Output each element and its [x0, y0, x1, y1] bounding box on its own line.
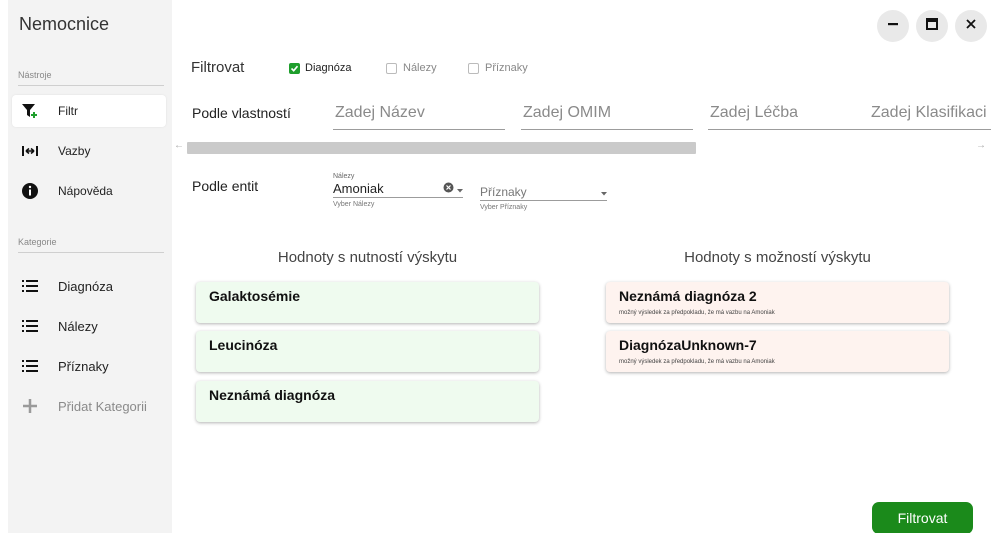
- add-category-label: Přidat Kategorii: [58, 398, 147, 414]
- checkbox-checked-icon: [289, 62, 300, 74]
- close-icon: [965, 17, 977, 35]
- sidebar-item-filtr[interactable]: Filtr: [12, 95, 166, 127]
- list-icon: [18, 274, 42, 298]
- possible-result-card[interactable]: Neznámá diagnóza 2 možný výsledek za pře…: [606, 282, 949, 323]
- possible-result-card[interactable]: DiagnózaUnknown-7 možný výsledek za před…: [606, 331, 949, 372]
- symptoms-helper-text: Vyber Příznaky: [480, 204, 528, 211]
- card-title: DiagnózaUnknown-7: [619, 337, 757, 353]
- required-result-card[interactable]: Neznámá diagnóza: [196, 381, 539, 422]
- tools-section-label: Nástroje: [18, 70, 52, 80]
- minimize-icon: [887, 17, 899, 35]
- sidebar-item-vazby[interactable]: Vazby: [12, 135, 166, 167]
- maximize-icon: [926, 17, 938, 35]
- sidebar-item-priznaky[interactable]: Příznaky: [12, 350, 166, 382]
- chevron-down-icon: [601, 183, 607, 201]
- filter-button[interactable]: Filtrovat: [872, 502, 973, 533]
- sidebar-item-label: Příznaky: [58, 358, 109, 374]
- checkbox-label: Příznaky: [485, 62, 528, 74]
- required-result-card[interactable]: Galaktosémie: [196, 282, 539, 323]
- checkbox-label: Diagnóza: [305, 62, 352, 74]
- sidebar-item-napoveda[interactable]: Nápověda: [12, 175, 166, 207]
- checkbox-priznaky[interactable]: Příznaky: [468, 62, 528, 74]
- tools-divider: [18, 85, 164, 86]
- sidebar-item-label: Nápověda: [58, 184, 113, 198]
- checkbox-unchecked-icon: [386, 62, 397, 74]
- add-category-button[interactable]: Přidat Kategorii: [12, 390, 166, 422]
- card-title: Galaktosémie: [209, 288, 301, 304]
- maximize-button[interactable]: [916, 10, 948, 42]
- sidebar: Nemocnice Nástroje Filtr Vazby Nápověda …: [8, 0, 172, 533]
- horizontal-scrollbar[interactable]: [187, 142, 696, 154]
- checkbox-label: Nálezy: [403, 62, 437, 74]
- link-arrows-icon: [18, 139, 42, 163]
- required-result-card[interactable]: Leucinóza: [196, 331, 539, 372]
- sidebar-item-label: Filtr: [58, 104, 78, 118]
- card-title: Neznámá diagnóza 2: [619, 288, 757, 304]
- card-title: Neznámá diagnóza: [209, 387, 336, 403]
- sidebar-item-diagnoza[interactable]: Diagnóza: [12, 270, 166, 302]
- list-icon: [18, 314, 42, 338]
- card-subtitle: možný výsledek za předpokladu, že má vaz…: [619, 310, 775, 316]
- sidebar-item-label: Nálezy: [58, 318, 98, 334]
- info-icon: [18, 179, 42, 203]
- clear-icon[interactable]: [443, 180, 454, 198]
- properties-label: Podle vlastností: [192, 105, 291, 121]
- checkbox-nalezy[interactable]: Nálezy: [386, 62, 437, 74]
- symptoms-underline: [480, 200, 607, 201]
- findings-selected-value: Amoniak: [333, 181, 384, 196]
- scroll-right-arrow-icon[interactable]: →: [976, 140, 986, 151]
- sidebar-item-nalezy[interactable]: Nálezy: [12, 310, 166, 342]
- checkbox-diagnoza[interactable]: Diagnóza: [289, 62, 351, 74]
- filter-add-icon: [18, 99, 42, 123]
- omim-input[interactable]: [521, 96, 693, 130]
- close-button[interactable]: [955, 10, 987, 42]
- name-input[interactable]: [333, 96, 505, 130]
- sidebar-item-label: Diagnóza: [58, 278, 113, 294]
- entities-label: Podle entit: [192, 178, 259, 194]
- sidebar-item-label: Vazby: [58, 144, 91, 158]
- card-title: Leucinóza: [209, 337, 278, 353]
- required-values-heading: Hodnoty s nutností výskytu: [277, 249, 458, 266]
- symptoms-placeholder: Příznaky: [480, 184, 527, 199]
- scroll-left-arrow-icon[interactable]: ←: [174, 140, 184, 151]
- app-title: Nemocnice: [19, 14, 110, 34]
- card-subtitle: možný výsledek za předpokladu, že má vaz…: [619, 359, 775, 365]
- filter-title: Filtrovat: [191, 59, 245, 76]
- categories-section-label: Kategorie: [18, 237, 57, 247]
- chevron-down-icon: [457, 180, 463, 198]
- minimize-button[interactable]: [877, 10, 909, 42]
- classification-input[interactable]: [871, 96, 991, 130]
- checkbox-unchecked-icon: [468, 62, 479, 74]
- treatment-input[interactable]: [708, 96, 881, 130]
- findings-combobox[interactable]: Nálezy Amoniak Vyber Nálezy: [333, 173, 463, 208]
- symptoms-combobox[interactable]: Příznaky Vyber Příznaky: [480, 183, 607, 211]
- findings-helper-text: Vyber Nálezy: [333, 201, 375, 208]
- plus-icon: [18, 394, 42, 418]
- possible-values-heading: Hodnoty s možností výskytu: [684, 249, 871, 266]
- list-icon: [18, 354, 42, 378]
- categories-divider: [18, 252, 164, 253]
